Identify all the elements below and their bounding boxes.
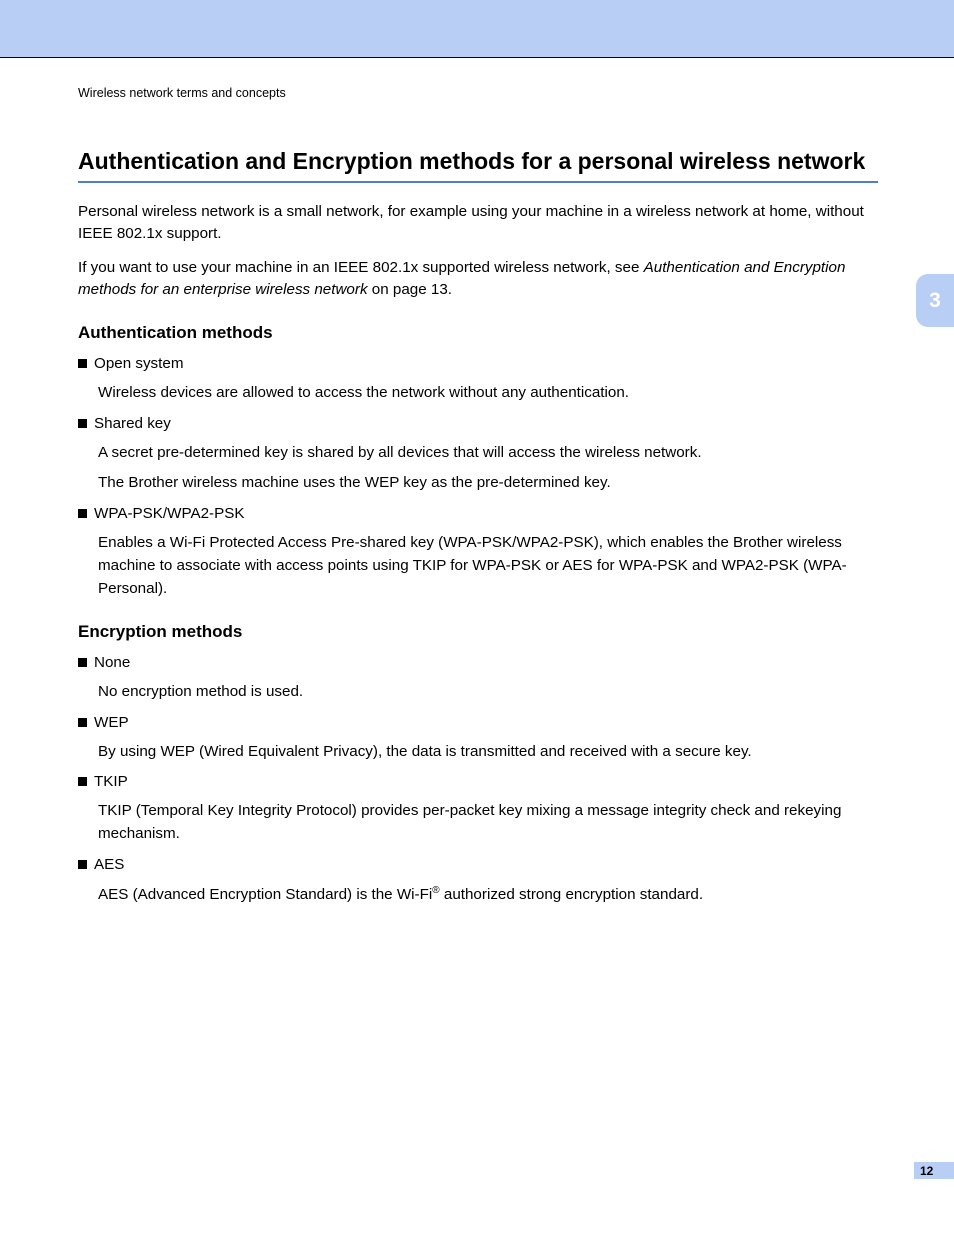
list-item-desc: By using WEP (Wired Equivalent Privacy),… bbox=[98, 741, 878, 764]
list-item-head: Shared key bbox=[78, 413, 878, 436]
list-item-desc: No encryption method is used. bbox=[98, 681, 878, 704]
list-item-name: Open system bbox=[94, 353, 183, 376]
square-bullet-icon bbox=[78, 658, 87, 667]
header-rule bbox=[0, 57, 954, 58]
header-bar bbox=[0, 0, 954, 57]
square-bullet-icon bbox=[78, 419, 87, 428]
page-content: Wireless network terms and concepts Auth… bbox=[78, 86, 878, 915]
list-item-desc: AES (Advanced Encryption Standard) is th… bbox=[98, 883, 878, 907]
list-item-desc: A secret pre-determined key is shared by… bbox=[98, 442, 878, 465]
list-item-name: TKIP bbox=[94, 771, 128, 794]
square-bullet-icon bbox=[78, 718, 87, 727]
list-item: WEP By using WEP (Wired Equivalent Privac… bbox=[78, 712, 878, 764]
list-item: WPA-PSK/WPA2-PSK Enables a Wi-Fi Protecte… bbox=[78, 503, 878, 600]
intro-p2-text-a: If you want to use your machine in an IE… bbox=[78, 259, 644, 276]
list-item-desc: TKIP (Temporal Key Integrity Protocol) p… bbox=[98, 800, 878, 846]
list-item-head: WPA-PSK/WPA2-PSK bbox=[78, 503, 878, 526]
list-item-head: AES bbox=[78, 854, 878, 877]
list-item-name: WEP bbox=[94, 712, 129, 735]
list-item: None No encryption method is used. bbox=[78, 652, 878, 704]
square-bullet-icon bbox=[78, 359, 87, 368]
intro-paragraph-2: If you want to use your machine in an IE… bbox=[78, 257, 878, 301]
running-head: Wireless network terms and concepts bbox=[78, 86, 878, 100]
list-item: Open system Wireless devices are allowed … bbox=[78, 353, 878, 405]
list-item-desc: Wireless devices are allowed to access t… bbox=[98, 382, 878, 405]
section-title: Authentication and Encryption methods fo… bbox=[78, 148, 878, 183]
square-bullet-icon bbox=[78, 860, 87, 869]
chapter-tab: 3 bbox=[916, 274, 954, 327]
section-title-text: Authentication and Encryption methods fo… bbox=[78, 148, 865, 174]
list-item: Shared key A secret pre-determined key is… bbox=[78, 413, 878, 495]
list-item-name: WPA-PSK/WPA2-PSK bbox=[94, 503, 245, 526]
list-item-name: AES bbox=[94, 854, 124, 877]
list-item-head: None bbox=[78, 652, 878, 675]
square-bullet-icon bbox=[78, 509, 87, 518]
list-item-head: WEP bbox=[78, 712, 878, 735]
enc-methods-heading: Encryption methods bbox=[78, 622, 878, 642]
auth-methods-heading: Authentication methods bbox=[78, 323, 878, 343]
enc-methods-list: None No encryption method is used. WEP By u… bbox=[78, 652, 878, 906]
list-item-head: Open system bbox=[78, 353, 878, 376]
list-item: AES AES (Advanced Encryption Standard) is… bbox=[78, 854, 878, 907]
list-item-desc: Enables a Wi-Fi Protected Access Pre-sha… bbox=[98, 532, 878, 600]
auth-methods-list: Open system Wireless devices are allowed … bbox=[78, 353, 878, 600]
page-number: 12 bbox=[914, 1162, 954, 1179]
list-item: TKIP TKIP (Temporal Key Integrity Protoco… bbox=[78, 771, 878, 845]
list-item-head: TKIP bbox=[78, 771, 878, 794]
list-item-desc: The Brother wireless machine uses the WE… bbox=[98, 472, 878, 495]
intro-paragraph-1: Personal wireless network is a small net… bbox=[78, 201, 878, 245]
list-item-name: Shared key bbox=[94, 413, 171, 436]
intro-p2-text-b: on page 13. bbox=[368, 281, 452, 298]
square-bullet-icon bbox=[78, 777, 87, 786]
list-item-name: None bbox=[94, 652, 130, 675]
